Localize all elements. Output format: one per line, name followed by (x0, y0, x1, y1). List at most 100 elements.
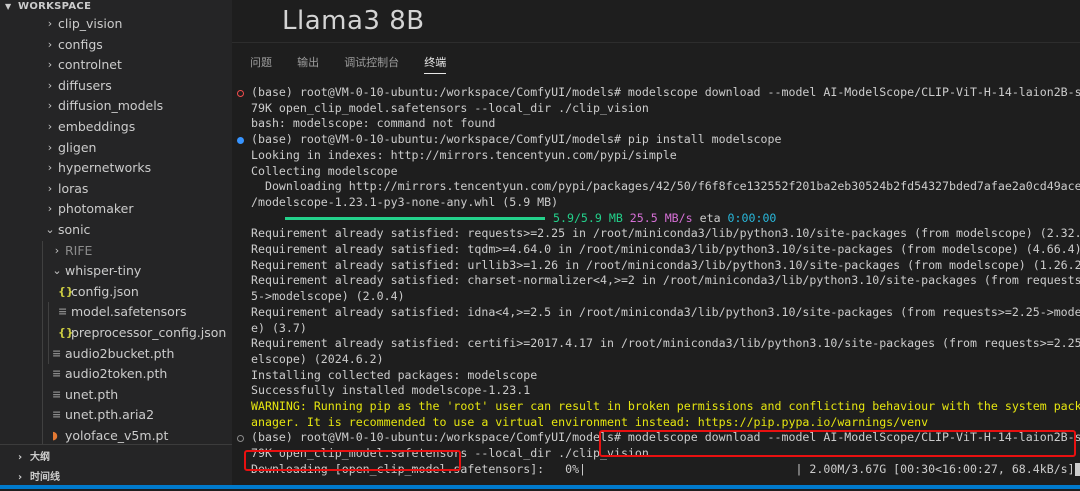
tab-output[interactable]: 输出 (297, 53, 319, 73)
tree-file[interactable]: {} config.json (0, 282, 232, 303)
tree-folder[interactable]: › clip_vision (0, 14, 232, 35)
terminal-line-text: elscope) (2024.6.2) (251, 351, 384, 366)
command-success-icon[interactable] (237, 136, 244, 144)
tree-folder[interactable]: › embeddings (0, 117, 232, 138)
tree-item-label: hypernetworks (58, 160, 152, 176)
command-error-icon[interactable] (237, 89, 244, 97)
tree-folder[interactable]: ⌄ sonic (0, 220, 232, 241)
tree-file[interactable]: ≡ model.safetensors (0, 302, 232, 323)
tab-debug-console[interactable]: 调试控制台 (344, 53, 399, 73)
tree-item-label: configs (58, 36, 103, 52)
tree-file[interactable]: ≡ unet.pth.aria2 (0, 405, 232, 426)
terminal-line-text: Requirement already satisfied: urllib3>=… (251, 257, 1080, 272)
terminal-line: 5.9/5.9 MB 25.5 MB/s eta 0:00:00 (251, 211, 776, 227)
terminal-line: Requirement already satisfied: urllib3>=… (251, 258, 1080, 274)
tree-folder[interactable]: › diffusers (0, 76, 232, 97)
tree-item-label: whisper-tiny (65, 263, 142, 279)
tree-folder[interactable]: › RIFE (0, 241, 232, 262)
tree-folder[interactable]: › gligen (0, 138, 232, 159)
terminal-line: Requirement already satisfied: charset-n… (251, 273, 1080, 289)
terminal-line: /modelscope-1.23.1-py3-none-any.whl (5.9… (251, 195, 558, 211)
chevron-right-icon: › (18, 452, 23, 463)
terminal-line: 79K open_clip_model.safetensors --local_… (251, 101, 649, 117)
tree-folder[interactable]: › configs (0, 35, 232, 56)
tree-item-label: embeddings (58, 118, 136, 134)
tree-file[interactable]: ≡ audio2bucket.pth (0, 344, 232, 365)
tree-folder[interactable]: › diffusion_models (0, 96, 232, 117)
tree-folder[interactable]: › controlnet (0, 55, 232, 76)
tree-folder[interactable]: ⌄ whisper-tiny (0, 261, 232, 282)
terminal-line: 5->modelscope) (2.0.4) (251, 289, 405, 305)
status-bar (0, 485, 1080, 489)
terminal-line-text: Requirement already satisfied: requests>… (251, 226, 1080, 241)
terminal-line: Successfully installed modelscope-1.23.1 (251, 383, 530, 399)
tree-item-label: photomaker (58, 201, 134, 217)
terminal-line-text: Requirement already satisfied: idna<4,>=… (251, 304, 1080, 319)
tree-item-label: clip_vision (58, 16, 123, 31)
tree-file[interactable]: {} preprocessor_config.json (0, 323, 232, 344)
tree-item-label: gligen (58, 139, 97, 155)
download-progress-bar (285, 216, 545, 220)
terminal-line: Requirement already satisfied: tqdm>=4.6… (251, 242, 1080, 258)
tree-item-label: config.json (71, 283, 139, 299)
terminal-line: anager. It is recommended to use a virtu… (251, 415, 928, 431)
editor-title: Llama3 8B (282, 6, 425, 36)
tree-item-label: preprocessor_config.json (71, 324, 227, 340)
terminal-line-text: Collecting modelscope (251, 163, 398, 178)
terminal-line: Installing collected packages: modelscop… (251, 368, 537, 384)
terminal-line-text: Requirement already satisfied: tqdm>=4.6… (251, 242, 1080, 256)
workspace-header[interactable]: ▼ WORKSPACE (0, 0, 232, 14)
terminal-line: e) (3.7) (251, 321, 307, 337)
chevron-right-icon: › (47, 181, 53, 195)
file-icon: ≡ (52, 408, 62, 422)
tree-item-label: loras (58, 180, 89, 196)
outline-label: 大纲 (30, 452, 50, 463)
highlight-box-filename (244, 450, 461, 471)
terminal-line-text: Looking in indexes: http://mirrors.tence… (251, 147, 677, 162)
chevron-down-icon: ▼ (5, 2, 12, 11)
terminal-line-text: Successfully installed modelscope-1.23.1 (251, 383, 531, 398)
chevron-right-icon: › (54, 243, 60, 257)
tree-item-label: unet.pth (65, 386, 119, 402)
workspace-title: WORKSPACE (18, 1, 92, 12)
progress-size: 5.9/5.9 MB (553, 210, 623, 225)
tree-folder[interactable]: › hypernetworks (0, 158, 232, 179)
tree-folder[interactable]: › photomaker (0, 199, 232, 220)
tree-item-label: diffusion_models (58, 98, 164, 114)
chevron-down-icon: ⌄ (52, 264, 62, 278)
command-running-icon[interactable] (237, 434, 244, 442)
tree-file[interactable]: ≡ unet.pth (0, 385, 232, 406)
file-icon: ≡ (52, 346, 62, 360)
terminal-line-text: Downloading http://mirrors.tencentyun.co… (251, 179, 1080, 194)
terminal-line-text: e) (3.7) (251, 320, 307, 335)
tree-folder[interactable]: › loras (0, 179, 232, 200)
tree-file[interactable]: ≡ audio2token.pth (0, 364, 232, 385)
tree-item-label: RIFE (65, 242, 93, 258)
tab-problems[interactable]: 问题 (250, 53, 272, 73)
indent-guide (42, 240, 43, 447)
terminal-line: Collecting modelscope (251, 164, 398, 180)
chevron-right-icon: › (47, 78, 53, 92)
tree-item-label: audio2bucket.pth (65, 345, 175, 361)
terminal-line-text: /modelscope-1.23.1-py3-none-any.whl (5.9… (251, 194, 559, 209)
terminal-line-text: 5->modelscope) (2.0.4) (251, 289, 405, 304)
terminal-line: bash: modelscope: command not found (251, 116, 495, 132)
terminal-line: Looking in indexes: http://mirrors.tence… (251, 148, 677, 164)
progress-eta: 0:00:00 (727, 210, 777, 225)
chevron-right-icon: › (47, 119, 53, 133)
chevron-right-icon: › (47, 140, 53, 154)
outline-section[interactable]: › 大纲 (0, 448, 232, 468)
terminal-line: WARNING: Running pip as the 'root' user … (251, 399, 1080, 415)
chevron-right-icon: › (47, 202, 53, 216)
chevron-right-icon: › (47, 17, 53, 30)
file-tree: › clip_vision › configs › controlnet › diffuser… (0, 14, 232, 447)
terminal-line-text: (base) root@VM-0-10-ubuntu:/workspace/Co… (251, 132, 782, 147)
terminal-line: Requirement already satisfied: idna<4,>=… (251, 305, 1080, 321)
tree-item-label: controlnet (58, 57, 122, 73)
tab-terminal[interactable]: 终端 (424, 53, 447, 74)
chevron-right-icon: › (47, 58, 53, 72)
terminal-line: Requirement already satisfied: certifi>=… (251, 336, 1080, 352)
bottom-panel: 问题 输出 调试控制台 终端 (base) root@VM-0-10-ubunt… (232, 42, 1080, 490)
tree-item-label: diffusers (58, 77, 112, 93)
terminal-cursor (1074, 462, 1080, 476)
